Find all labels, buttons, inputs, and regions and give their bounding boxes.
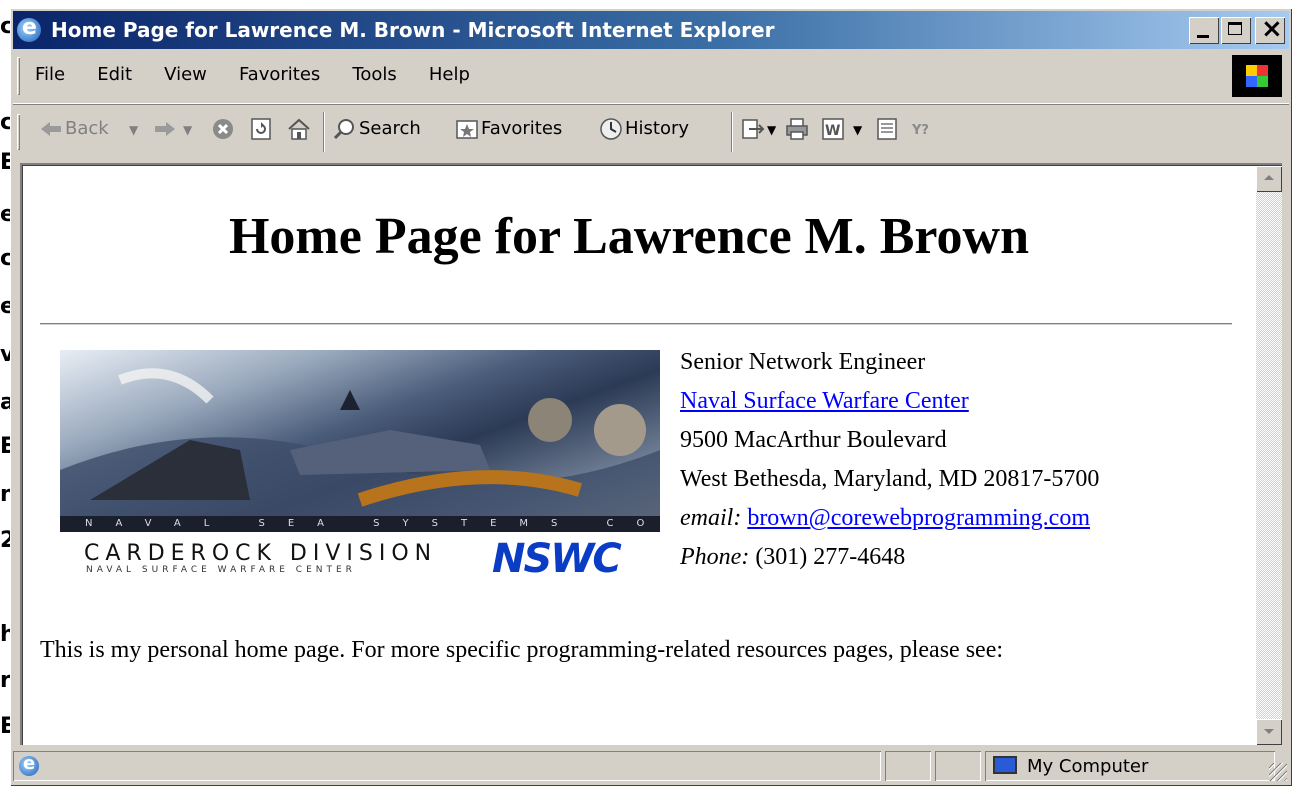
forward-arrow-icon[interactable] xyxy=(153,117,177,141)
security-zone-panel[interactable]: My Computer xyxy=(985,751,1275,781)
menu-grip[interactable] xyxy=(17,57,20,95)
discuss-icon[interactable] xyxy=(875,117,899,141)
page-status-icon xyxy=(19,753,39,776)
mail-dropdown-icon[interactable]: ▼ xyxy=(767,123,776,137)
menu-help[interactable]: Help xyxy=(429,64,470,85)
security-zone-label: My Computer xyxy=(1027,756,1149,777)
contact-block: Senior Network Engineer Naval Surface Wa… xyxy=(680,343,1099,577)
print-icon[interactable] xyxy=(785,117,809,141)
forward-dropdown-icon[interactable]: ▼ xyxy=(183,123,192,137)
refresh-icon[interactable] xyxy=(249,117,273,141)
vertical-scrollbar[interactable] xyxy=(1256,166,1282,745)
favorites-button[interactable]: Favorites xyxy=(481,118,562,139)
resize-grip[interactable] xyxy=(1269,763,1287,781)
window-title: Home Page for Lawrence M. Brown - Micros… xyxy=(51,18,775,42)
status-bar: My Computer xyxy=(13,749,1289,783)
internet-explorer-icon[interactable] xyxy=(17,15,41,42)
phone-number: (301) 277-4648 xyxy=(755,544,906,570)
back-arrow-icon[interactable] xyxy=(39,117,63,141)
banner-command-strip: NAVAL SEA SYSTEMS COMMAND xyxy=(60,516,660,532)
email-link[interactable]: brown@corewebprogramming.com xyxy=(747,505,1090,531)
history-icon[interactable] xyxy=(599,117,623,141)
favorites-icon[interactable] xyxy=(455,117,479,141)
browser-window: Home Page for Lawrence M. Brown - Micros… xyxy=(10,8,1292,786)
horizontal-rule xyxy=(40,323,1232,325)
nswc-logo: NSWC xyxy=(492,536,622,576)
edit-word-icon[interactable]: W xyxy=(821,117,845,141)
phone-label: Phone: xyxy=(680,544,750,570)
status-panel-progress xyxy=(885,751,931,781)
standard-toolbar: Back ▼ ▼ Search Favorites History ▼ W ▼ … xyxy=(13,103,1289,160)
street-address: 9500 MacArthur Boulevard xyxy=(680,427,947,453)
page-heading: Home Page for Lawrence M. Brown xyxy=(228,208,1030,265)
status-text-panel xyxy=(13,751,881,781)
city-address: West Bethesda, Maryland, MD 20817-5700 xyxy=(680,466,1100,492)
warship-collage-image xyxy=(60,350,660,528)
phone-line: Phone: (301) 277-4648 xyxy=(680,538,1099,577)
banner-division-text: CARDEROCK DIVISION xyxy=(84,541,438,566)
back-button[interactable]: Back xyxy=(65,118,109,139)
back-dropdown-icon[interactable]: ▼ xyxy=(129,123,138,137)
yahoo-messenger-icon[interactable]: Y? xyxy=(911,117,935,141)
svg-text:Y?: Y? xyxy=(911,123,929,138)
menu-edit[interactable]: Edit xyxy=(97,64,132,85)
mail-icon[interactable] xyxy=(741,117,765,141)
scroll-down-button[interactable] xyxy=(1256,719,1282,745)
minimize-button[interactable] xyxy=(1189,17,1219,44)
svg-text:W: W xyxy=(825,123,840,139)
windows-logo-throbber xyxy=(1232,55,1282,97)
menu-tools[interactable]: Tools xyxy=(352,64,396,85)
org-link[interactable]: Naval Surface Warfare Center xyxy=(680,388,969,414)
toolbar-grip[interactable] xyxy=(17,114,20,150)
toolbar-separator xyxy=(731,112,733,152)
menu-view[interactable]: View xyxy=(164,64,207,85)
toolbar-separator xyxy=(323,112,325,152)
intro-paragraph: This is my personal home page. For more … xyxy=(40,637,1004,663)
email-label: email: xyxy=(680,505,742,531)
email-line: email: brown@corewebprogramming.com xyxy=(680,499,1099,538)
scroll-up-button[interactable] xyxy=(1256,166,1282,192)
stop-icon[interactable] xyxy=(211,117,235,141)
search-icon[interactable] xyxy=(333,117,357,141)
job-title: Senior Network Engineer xyxy=(680,349,926,375)
menu-favorites[interactable]: Favorites xyxy=(239,64,320,85)
title-bar[interactable]: Home Page for Lawrence M. Brown - Micros… xyxy=(13,11,1289,49)
edit-dropdown-icon[interactable]: ▼ xyxy=(853,123,862,137)
close-button[interactable] xyxy=(1255,14,1285,44)
status-panel-security xyxy=(935,751,981,781)
menu-file[interactable]: File xyxy=(35,64,65,85)
menu-items: File Edit View Favorites Tools Help xyxy=(35,64,497,85)
menu-bar: File Edit View Favorites Tools Help xyxy=(13,51,1289,101)
banner-subtitle-text: NAVAL SURFACE WARFARE CENTER xyxy=(86,565,356,575)
page-viewport: Home Page for Lawrence M. Brown NAVAL SE… xyxy=(20,163,1282,745)
my-computer-icon xyxy=(993,756,1017,774)
search-button[interactable]: Search xyxy=(359,118,421,139)
maximize-button[interactable] xyxy=(1221,17,1251,44)
history-button[interactable]: History xyxy=(625,118,689,139)
home-icon[interactable] xyxy=(287,117,311,141)
carderock-banner-image: NAVAL SEA SYSTEMS COMMAND CARDEROCK DIVI… xyxy=(60,350,660,576)
